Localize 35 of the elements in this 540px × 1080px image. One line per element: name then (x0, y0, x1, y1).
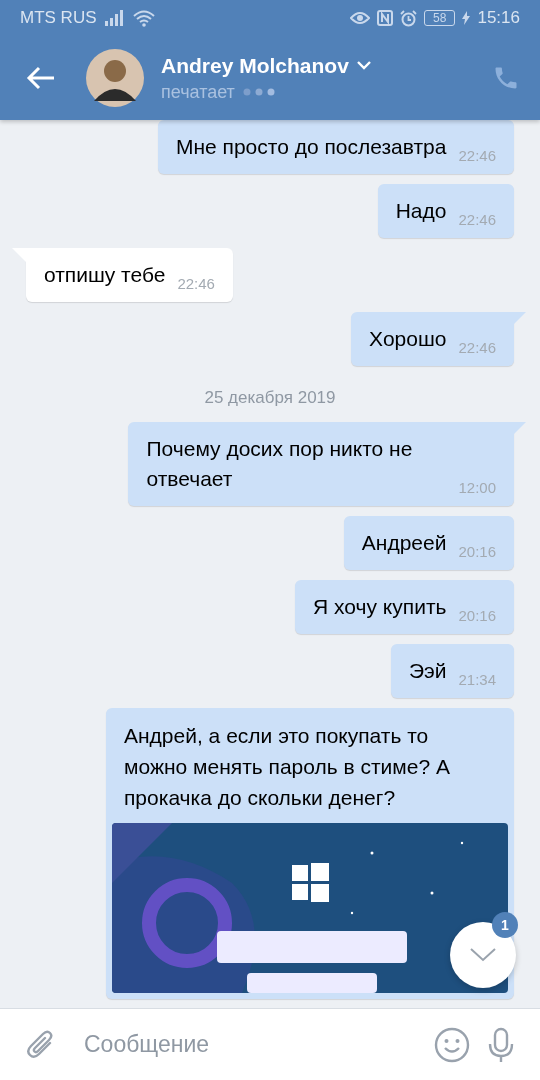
signal-icon (103, 10, 126, 26)
contact-name[interactable]: Andrey Molchanov (161, 53, 349, 78)
clock: 15:16 (477, 8, 520, 28)
charging-icon (462, 11, 471, 25)
eye-icon (350, 11, 371, 25)
wifi-icon (132, 9, 155, 27)
message-time: 21:34 (458, 671, 496, 690)
alarm-icon (400, 9, 418, 27)
message-text: Андрей, а если это покупать то можно менять пароль в стиме? А прокачка до скольки денег? (123, 723, 451, 811)
typing-status: печатает (161, 81, 235, 103)
message-time: 20:16 (458, 543, 496, 562)
message-time: 12:00 (458, 479, 496, 498)
message-time: 22:46 (458, 211, 496, 230)
chevron-down-icon (470, 948, 496, 962)
microphone-icon[interactable] (488, 1026, 514, 1063)
avatar[interactable] (86, 49, 144, 107)
message-text: Ээй (408, 658, 447, 684)
date-separator: 25 декабря 2019 (204, 388, 336, 408)
message-text: Мне просто до послезавтра (175, 134, 447, 160)
message-text: Почему досих пор никто не отвечает (146, 436, 414, 492)
chevron-down-icon[interactable] (356, 61, 371, 70)
message-text: Хорошо (369, 326, 447, 352)
battery-indicator: 58 (424, 10, 456, 26)
message-text: Андреей (361, 530, 447, 556)
message-time: 22:46 (458, 339, 496, 358)
emoji-icon[interactable] (434, 1026, 470, 1063)
nfc-icon (377, 10, 394, 26)
message-time: 20:16 (458, 607, 496, 626)
message-time: 22:46 (458, 147, 496, 166)
back-arrow-icon[interactable] (26, 66, 56, 90)
message-text: Надо (395, 198, 447, 224)
message-text: отпишу тебе (44, 262, 166, 288)
message-text: Я хочу купить (313, 594, 447, 620)
carrier-name: MTS RUS (20, 8, 97, 28)
message-time: 22:46 (177, 275, 215, 294)
